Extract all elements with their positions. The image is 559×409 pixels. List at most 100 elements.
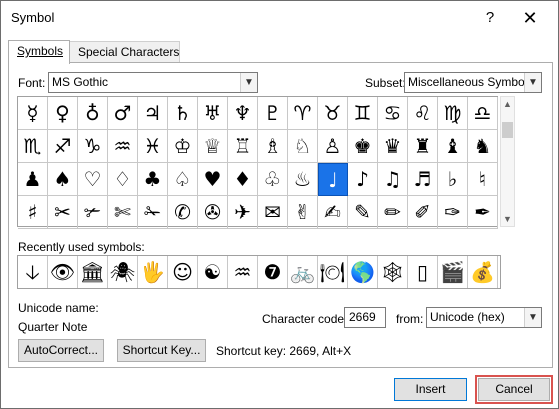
symbol-grid-scrollbar[interactable]: ▲ ▼ bbox=[500, 96, 515, 227]
shortcut-key-info: Shortcut key: 2669, Alt+X bbox=[216, 344, 352, 358]
symbol-cell[interactable]: ♍ bbox=[438, 97, 468, 130]
symbol-cell[interactable]: ♣ bbox=[138, 163, 168, 196]
symbol-cell[interactable]: ♓ bbox=[138, 130, 168, 163]
symbol-cell[interactable]: ♭ bbox=[438, 163, 468, 196]
symbol-cell[interactable]: ♑ bbox=[78, 130, 108, 163]
symbol-cell[interactable]: ♇ bbox=[258, 97, 288, 130]
recent-symbol-cell[interactable]: 🕸 bbox=[378, 256, 408, 288]
symbol-cell[interactable]: ♥ bbox=[198, 163, 228, 196]
symbol-cell[interactable]: ♃ bbox=[138, 97, 168, 130]
symbol-cell[interactable]: ♐ bbox=[48, 130, 78, 163]
symbol-cell[interactable]: ✑ bbox=[438, 196, 468, 229]
tab-special-characters[interactable]: Special Characters bbox=[69, 41, 180, 63]
recent-symbol-cell[interactable]: ☯ bbox=[198, 256, 228, 288]
symbol-cell[interactable]: ✈ bbox=[228, 196, 258, 229]
recent-symbol-cell[interactable]: 🡣 bbox=[18, 256, 48, 288]
recent-symbol-cell[interactable]: 🍽 bbox=[318, 256, 348, 288]
shortcut-key-button[interactable]: Shortcut Key... bbox=[117, 339, 206, 362]
recent-symbols-label: Recently used symbols: bbox=[18, 240, 145, 254]
recent-symbol-cell[interactable]: 🏛 bbox=[78, 256, 108, 288]
symbol-cell[interactable]: ♫ bbox=[378, 163, 408, 196]
symbol-cell[interactable]: ♖ bbox=[228, 130, 258, 163]
symbol-cell[interactable]: ♠ bbox=[48, 163, 78, 196]
tab-symbols[interactable]: Symbols bbox=[8, 40, 70, 64]
symbol-cell[interactable]: ♋ bbox=[378, 97, 408, 130]
recent-symbol-cell[interactable]: 🖐 bbox=[138, 256, 168, 288]
subset-dropdown-value: Miscellaneous Symbols bbox=[408, 75, 524, 89]
symbol-cell[interactable]: ♘ bbox=[288, 130, 318, 163]
symbol-cell[interactable]: ♙ bbox=[318, 130, 348, 163]
symbol-cell[interactable]: ☿ bbox=[18, 97, 48, 130]
scroll-down-arrow-icon[interactable]: ▼ bbox=[501, 212, 514, 226]
cancel-button[interactable]: Cancel bbox=[475, 375, 553, 404]
symbol-cell[interactable]: ♆ bbox=[228, 97, 258, 130]
symbol-cell[interactable]: ♁ bbox=[78, 97, 108, 130]
help-button[interactable]: ? bbox=[478, 6, 502, 30]
symbol-cell[interactable]: ✐ bbox=[408, 196, 438, 229]
symbol-cell[interactable]: ♬ bbox=[408, 163, 438, 196]
symbol-cell-selected[interactable]: ♩ bbox=[318, 163, 348, 196]
symbol-cell[interactable]: ♦ bbox=[228, 163, 258, 196]
symbol-cell[interactable]: ♒ bbox=[108, 130, 138, 163]
symbol-cell[interactable]: ♊ bbox=[348, 97, 378, 130]
character-code-input[interactable]: 2669 bbox=[344, 307, 386, 328]
symbol-cell[interactable]: ♮ bbox=[468, 163, 498, 196]
symbol-cell[interactable]: ♂ bbox=[108, 97, 138, 130]
scroll-up-arrow-icon[interactable]: ▲ bbox=[501, 97, 514, 111]
recent-symbol-cell[interactable]: ♒ bbox=[228, 256, 258, 288]
recent-symbol-cell[interactable]: ▯ bbox=[408, 256, 438, 288]
symbol-cell[interactable]: ✒ bbox=[468, 196, 498, 229]
font-dropdown[interactable]: MS Gothic ▼ bbox=[48, 72, 258, 93]
symbol-cell[interactable]: ✆ bbox=[168, 196, 198, 229]
symbol-cell[interactable]: ✍ bbox=[318, 196, 348, 229]
symbol-cell[interactable]: ♅ bbox=[198, 97, 228, 130]
insert-button[interactable]: Insert bbox=[394, 378, 467, 401]
symbol-cell[interactable]: ♡ bbox=[78, 163, 108, 196]
symbol-cell[interactable]: ✁ bbox=[138, 196, 168, 229]
symbol-cell[interactable]: ♞ bbox=[468, 130, 498, 163]
symbol-cell[interactable]: ♏ bbox=[18, 130, 48, 163]
symbol-cell[interactable]: ♜ bbox=[408, 130, 438, 163]
symbol-cell[interactable]: ♤ bbox=[168, 163, 198, 196]
subset-dropdown[interactable]: Miscellaneous Symbols ▼ bbox=[404, 72, 542, 93]
symbol-cell[interactable]: ✃ bbox=[78, 196, 108, 229]
symbol-cell[interactable]: ♉ bbox=[318, 97, 348, 130]
from-dropdown[interactable]: Unicode (hex) ▼ bbox=[426, 307, 542, 328]
symbol-cell[interactable]: ♢ bbox=[108, 163, 138, 196]
recent-symbol-cell[interactable]: 🌎 bbox=[348, 256, 378, 288]
recent-symbol-cell[interactable]: 💰 bbox=[468, 256, 498, 288]
autocorrect-button[interactable]: AutoCorrect... bbox=[18, 339, 104, 362]
symbol-cell[interactable]: ♧ bbox=[258, 163, 288, 196]
symbol-cell[interactable]: ♨ bbox=[288, 163, 318, 196]
symbol-cell[interactable]: ✄ bbox=[108, 196, 138, 229]
scrollbar-thumb[interactable] bbox=[502, 122, 513, 138]
recent-symbol-cell[interactable]: 🚲 bbox=[288, 256, 318, 288]
symbol-cell[interactable]: ♚ bbox=[348, 130, 378, 163]
symbol-cell[interactable]: ♟ bbox=[18, 163, 48, 196]
symbol-cell[interactable]: ♔ bbox=[168, 130, 198, 163]
symbol-cell[interactable]: ♪ bbox=[348, 163, 378, 196]
symbol-cell[interactable]: ✉ bbox=[258, 196, 288, 229]
recent-symbol-cell[interactable]: 👁 bbox=[48, 256, 78, 288]
symbol-cell[interactable]: ✂ bbox=[48, 196, 78, 229]
recent-symbol-cell[interactable]: 🕷 bbox=[108, 256, 138, 288]
symbol-cell[interactable]: ♌ bbox=[408, 97, 438, 130]
symbol-cell[interactable]: ♎ bbox=[468, 97, 498, 130]
symbol-cell[interactable]: ♕ bbox=[198, 130, 228, 163]
symbol-cell[interactable]: ♗ bbox=[258, 130, 288, 163]
symbol-cell[interactable]: ♄ bbox=[168, 97, 198, 130]
symbol-cell[interactable]: ✌ bbox=[288, 196, 318, 229]
symbol-cell[interactable]: ♀ bbox=[48, 97, 78, 130]
symbol-cell[interactable]: ♈ bbox=[288, 97, 318, 130]
recent-symbol-cell[interactable]: 🎬 bbox=[438, 256, 468, 288]
symbol-cell[interactable]: ✎ bbox=[348, 196, 378, 229]
close-button[interactable]: ✕ bbox=[518, 6, 542, 30]
symbol-cell[interactable]: ♝ bbox=[438, 130, 468, 163]
recent-symbol-cell[interactable]: ☺ bbox=[168, 256, 198, 288]
subset-label: Subset: bbox=[365, 76, 406, 90]
recent-symbol-cell[interactable]: ❼ bbox=[258, 256, 288, 288]
symbol-cell[interactable]: ♛ bbox=[378, 130, 408, 163]
symbol-cell[interactable]: ♯ bbox=[18, 196, 48, 229]
symbol-cell[interactable]: ✏ bbox=[378, 196, 408, 229]
symbol-cell[interactable]: ✇ bbox=[198, 196, 228, 229]
